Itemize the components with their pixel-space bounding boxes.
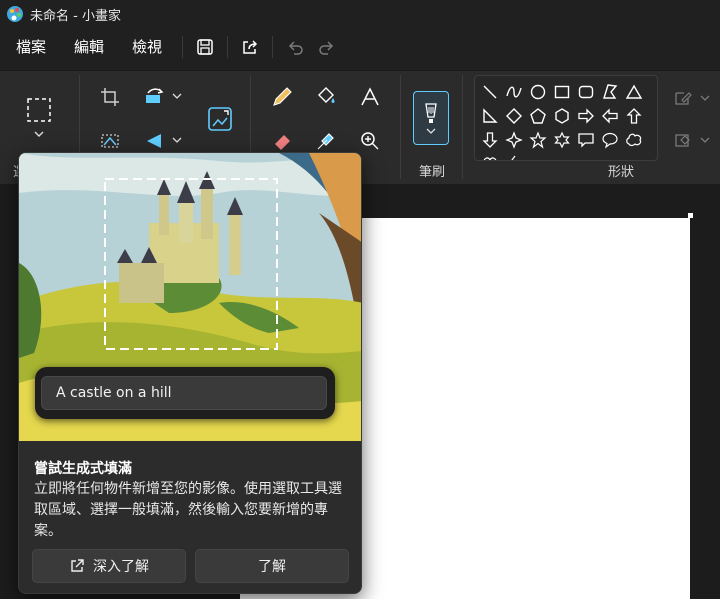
color-picker-icon[interactable] bbox=[312, 127, 340, 155]
brushes-group-label: 筆刷 bbox=[419, 165, 446, 180]
flip-icon[interactable] bbox=[142, 129, 168, 153]
six-point-star-shape-icon[interactable] bbox=[551, 129, 573, 151]
prompt-box: A castle on a hill bbox=[35, 367, 335, 419]
oval-callout-shape-icon[interactable] bbox=[599, 129, 621, 151]
got-it-button[interactable]: 了解 bbox=[195, 549, 349, 583]
ribbon-separator bbox=[400, 75, 401, 179]
diamond-shape-icon[interactable] bbox=[503, 105, 525, 127]
menu-bar: 檔案 編輯 檢視 bbox=[0, 28, 720, 66]
fill-chevron-down-icon[interactable] bbox=[698, 133, 712, 147]
polygon-shape-icon[interactable] bbox=[599, 81, 621, 103]
five-point-star-shape-icon[interactable] bbox=[527, 129, 549, 151]
up-arrow-shape-icon[interactable] bbox=[623, 105, 645, 127]
image-generate-icon[interactable] bbox=[204, 103, 236, 135]
curve-shape-icon[interactable] bbox=[503, 81, 525, 103]
eraser-icon[interactable] bbox=[268, 127, 296, 155]
shapes-gallery bbox=[474, 75, 658, 161]
shape-fill-icon[interactable] bbox=[672, 129, 694, 151]
learn-more-label: 深入了解 bbox=[93, 559, 149, 575]
crop-icon[interactable] bbox=[98, 85, 122, 109]
learn-more-button[interactable]: 深入了解 bbox=[32, 549, 186, 583]
flip-chevron-down-icon[interactable] bbox=[170, 133, 184, 147]
rectangular-callout-shape-icon[interactable] bbox=[575, 129, 597, 151]
brush-icon bbox=[425, 103, 437, 123]
save-icon[interactable] bbox=[189, 32, 221, 62]
background-removal-icon[interactable] bbox=[98, 129, 122, 153]
down-arrow-shape-icon[interactable] bbox=[479, 129, 501, 151]
shape-outline-icon[interactable] bbox=[672, 87, 694, 109]
oval-shape-icon[interactable] bbox=[527, 81, 549, 103]
pentagon-shape-icon[interactable] bbox=[527, 105, 549, 127]
cloud-callout-shape-icon[interactable] bbox=[623, 129, 645, 151]
menu-separator bbox=[272, 36, 274, 58]
brushes-button[interactable] bbox=[413, 91, 449, 145]
popup-title: 嘗試生成式填滿 bbox=[34, 461, 132, 477]
heart-shape-icon[interactable] bbox=[479, 152, 501, 160]
rectangle-shape-icon[interactable] bbox=[551, 81, 573, 103]
rounded-rectangle-shape-icon[interactable] bbox=[575, 81, 597, 103]
four-point-star-shape-icon[interactable] bbox=[503, 129, 525, 151]
got-it-label: 了解 bbox=[258, 559, 286, 575]
selection-chevron-down-icon[interactable] bbox=[30, 127, 48, 141]
triangle-shape-icon[interactable] bbox=[623, 81, 645, 103]
menu-file[interactable]: 檔案 bbox=[0, 32, 60, 62]
line-shape-icon[interactable] bbox=[479, 81, 501, 103]
menu-separator bbox=[182, 36, 184, 58]
popup-body: 立即將任何物件新增至您的影像。使用選取工具選取區域、選擇一般填滿，然後輸入您要新… bbox=[34, 481, 342, 539]
menu-view[interactable]: 檢視 bbox=[118, 32, 176, 62]
window-title: 未命名 - 小畫家 bbox=[30, 8, 121, 24]
external-link-icon bbox=[69, 558, 85, 574]
menu-separator bbox=[227, 36, 229, 58]
redo-icon[interactable] bbox=[311, 32, 343, 62]
resize-icon[interactable] bbox=[142, 85, 168, 109]
shapes-group-label: 形狀 bbox=[608, 165, 635, 180]
ribbon-separator bbox=[462, 75, 463, 179]
text-icon[interactable] bbox=[356, 83, 384, 111]
paint-app-icon bbox=[7, 6, 23, 22]
magnifier-icon[interactable] bbox=[356, 127, 384, 155]
resize-chevron-down-icon[interactable] bbox=[170, 89, 184, 103]
outline-chevron-down-icon[interactable] bbox=[698, 91, 712, 105]
undo-icon[interactable] bbox=[279, 32, 311, 62]
canvas-resize-handle[interactable] bbox=[688, 213, 693, 218]
generative-fill-teaching-popup: A castle on a hill 嘗試生成式填滿 立即將任何物件新增至您的影… bbox=[18, 152, 362, 594]
rectangle-select-icon[interactable] bbox=[24, 95, 54, 125]
right-triangle-shape-icon[interactable] bbox=[479, 105, 501, 127]
menu-edit[interactable]: 編輯 bbox=[60, 32, 118, 62]
hexagon-shape-icon[interactable] bbox=[551, 105, 573, 127]
fill-bucket-icon[interactable] bbox=[312, 83, 340, 111]
right-arrow-shape-icon[interactable] bbox=[575, 105, 597, 127]
lightning-shape-icon[interactable] bbox=[503, 152, 525, 160]
left-arrow-shape-icon[interactable] bbox=[599, 105, 621, 127]
generative-prompt-input[interactable]: A castle on a hill bbox=[41, 376, 327, 410]
share-icon[interactable] bbox=[234, 32, 266, 62]
pencil-icon[interactable] bbox=[268, 83, 296, 111]
brushes-chevron-down-icon bbox=[426, 128, 436, 134]
title-bar: 未命名 - 小畫家 bbox=[0, 0, 720, 28]
